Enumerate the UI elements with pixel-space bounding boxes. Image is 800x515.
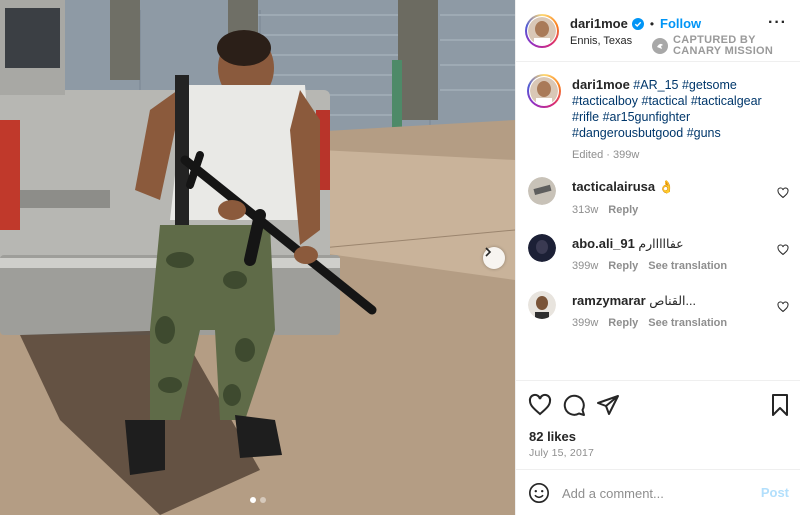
like-heart-icon[interactable] [528, 393, 552, 417]
comment-meta: 399w Reply See translation [572, 260, 772, 272]
hashtag-link[interactable]: #dangerousbutgood [572, 126, 683, 140]
edited-label: Edited [572, 149, 604, 161]
hashtag-link[interactable]: #ar15gunfighter [603, 110, 691, 124]
commenter-username[interactable]: tacticalairusa [572, 179, 655, 194]
comments-section: dari1moe #AR_15 #getsome #tacticalboy #t… [516, 62, 800, 380]
hashtag-link[interactable]: #rifle [572, 110, 599, 124]
comment-age[interactable]: 313w [572, 204, 598, 216]
caption-meta: Edited · 399w [572, 147, 792, 163]
watermark-text: CAPTURED BY CANARY MISSION [673, 35, 773, 57]
separator-dot: · [606, 149, 613, 161]
emoji-icon[interactable] [528, 482, 550, 504]
next-photo-button[interactable] [483, 247, 505, 269]
like-comment-heart-icon[interactable] [777, 301, 789, 313]
post-details-panel: dari1moe • Follow Ennis, Texas CAPTURED … [515, 0, 800, 515]
avatar-image [528, 17, 556, 45]
reply-button[interactable]: Reply [608, 204, 638, 216]
like-comment-heart-icon[interactable] [777, 187, 789, 199]
follow-button[interactable]: Follow [660, 16, 701, 31]
more-options-icon[interactable]: ··· [768, 15, 787, 31]
comment-item: ramzymarar القناص... 399w Reply See tran… [527, 291, 797, 331]
watermark: CAPTURED BY CANARY MISSION [652, 35, 773, 57]
canary-mission-logo-icon [652, 38, 668, 54]
hashtag-link[interactable]: #guns [687, 126, 721, 140]
separator-dot: • [649, 16, 655, 31]
comment-body: ramzymarar القناص... 399w Reply See tran… [572, 293, 772, 329]
verified-badge-icon [631, 17, 644, 30]
comment-age[interactable]: 399w [572, 317, 598, 329]
caption-author-avatar[interactable] [527, 74, 561, 108]
comment-text: عفااااارم [638, 237, 684, 251]
post-location[interactable]: Ennis, Texas [570, 35, 632, 47]
add-comment-bar: Post [516, 469, 800, 515]
comment-item: tacticalairusa 👌 313w Reply [527, 177, 797, 217]
comment-text: 👌 [658, 180, 675, 194]
hashtag-link[interactable]: #tactical [642, 94, 688, 108]
hashtag-link[interactable]: #getsome [682, 78, 737, 92]
commenter-avatar[interactable] [528, 177, 556, 205]
caption-username[interactable]: dari1moe [572, 77, 630, 92]
comment-body: tacticalairusa 👌 313w Reply [572, 179, 772, 216]
commenter-avatar[interactable] [528, 234, 556, 262]
post-header: dari1moe • Follow Ennis, Texas CAPTURED … [516, 0, 800, 62]
comment-body: abo.ali_91 عفااااارم 399w Reply See tran… [572, 236, 772, 272]
save-bookmark-icon[interactable] [768, 393, 792, 417]
like-comment-heart-icon[interactable] [777, 244, 789, 256]
comment-item: abo.ali_91 عفااااارم 399w Reply See tran… [527, 234, 797, 274]
author-avatar[interactable] [525, 14, 559, 48]
see-translation-button[interactable]: See translation [648, 260, 727, 272]
commenter-username[interactable]: ramzymarar [572, 293, 646, 308]
carousel-dot [259, 497, 266, 503]
post-photo[interactable] [0, 0, 515, 515]
comment-meta: 313w Reply [572, 204, 772, 216]
reply-button[interactable]: Reply [608, 317, 638, 329]
comment-text: القناص... [649, 294, 696, 308]
watermark-line2: CANARY MISSION [673, 45, 774, 57]
author-username[interactable]: dari1moe [570, 16, 628, 31]
commenter-avatar[interactable] [528, 291, 556, 319]
hashtag-link[interactable]: #tacticalgear [691, 94, 762, 108]
hashtag-link[interactable]: #AR_15 [633, 78, 678, 92]
likes-count[interactable]: 82 likes [529, 429, 576, 444]
comment-age[interactable]: 399w [572, 260, 598, 272]
chevron-right-icon [485, 247, 492, 257]
post-date[interactable]: July 15, 2017 [529, 447, 594, 459]
reply-button[interactable]: Reply [608, 260, 638, 272]
caption-text: dari1moe #AR_15 #getsome #tacticalboy #t… [572, 77, 792, 163]
see-translation-button[interactable]: See translation [648, 317, 727, 329]
post-comment-button[interactable]: Post [761, 485, 789, 500]
avatar-image [530, 77, 558, 105]
carousel-indicator [0, 497, 515, 503]
share-icon[interactable] [596, 393, 620, 417]
commenter-username[interactable]: abo.ali_91 [572, 236, 635, 251]
carousel-dot-active [249, 497, 256, 503]
hashtag-link[interactable]: #tacticalboy [572, 94, 638, 108]
comment-input[interactable] [562, 480, 752, 506]
header-user: dari1moe • Follow [570, 16, 701, 31]
comment-icon[interactable] [562, 393, 586, 417]
photo-illustration [0, 0, 515, 515]
caption-age[interactable]: 399w [613, 149, 639, 161]
comment-meta: 399w Reply See translation [572, 317, 772, 329]
